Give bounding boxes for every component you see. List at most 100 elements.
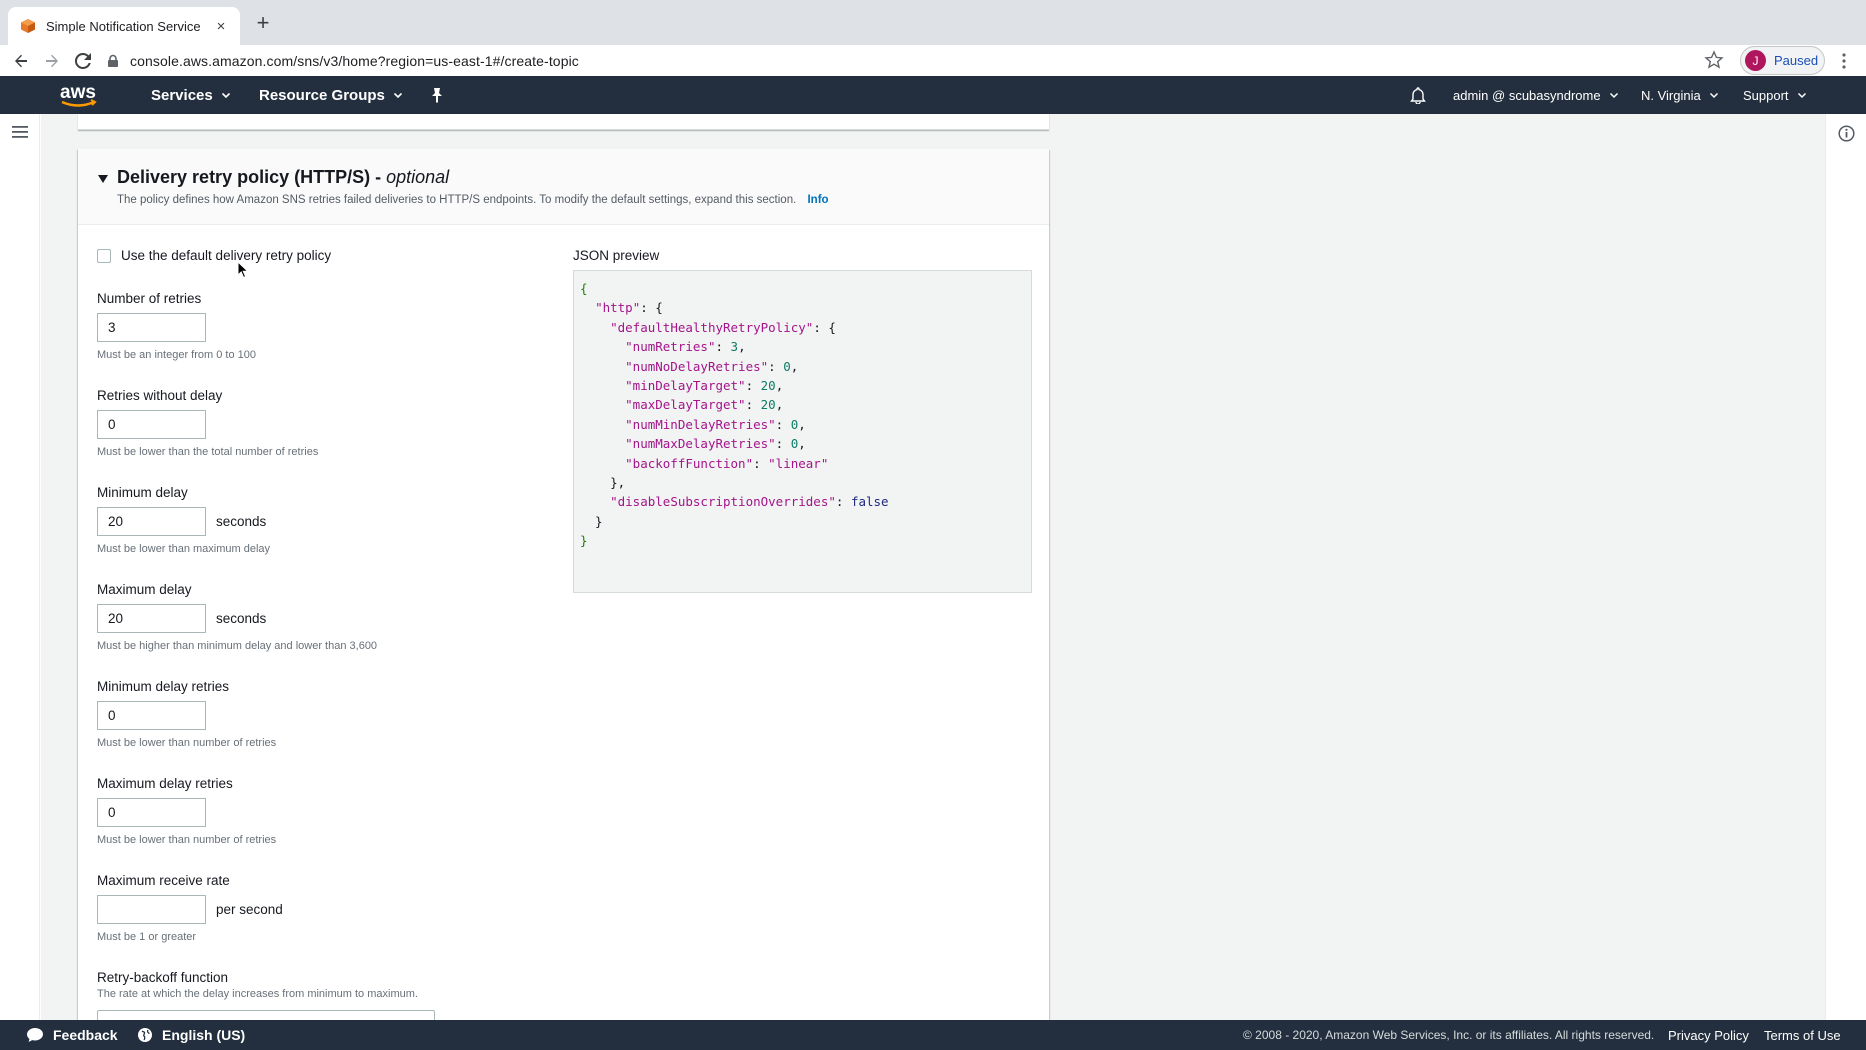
json-value: false [850, 494, 889, 510]
chevron-down-icon [221, 92, 230, 99]
address-bar[interactable]: console.aws.amazon.com/sns/v3/home?regio… [106, 45, 1724, 76]
reload-icon [75, 53, 91, 69]
maximum-delay-field: Maximum delay seconds Must be higher tha… [97, 582, 377, 652]
browser-menu-icon[interactable] [1836, 52, 1852, 70]
field-hint: Must be lower than maximum delay [97, 543, 271, 555]
maximum-receive-rate-input[interactable] [97, 895, 206, 924]
region-menu[interactable]: N. Virginia [1641, 76, 1719, 114]
panel-header[interactable]: Delivery retry policy (HTTP/S) - optiona… [78, 149, 1049, 225]
browser-toolbar: console.aws.amazon.com/sns/v3/home?regio… [0, 45, 1866, 76]
info-link[interactable]: Info [807, 194, 828, 206]
new-tab-button[interactable]: + [252, 12, 274, 34]
number-of-retries-input[interactable] [97, 313, 206, 342]
field-unit: per second [216, 902, 283, 917]
reload-button[interactable] [73, 51, 93, 71]
speech-bubble-icon [27, 1028, 43, 1042]
chevron-down-icon [393, 92, 402, 99]
terms-of-use-link[interactable]: Terms of Use [1764, 1020, 1841, 1050]
json-key: "numNoDelayRetries" [625, 358, 769, 374]
use-default-policy-row[interactable]: Use the default delivery retry policy [97, 248, 331, 263]
field-label: Retry-backoff function [97, 970, 229, 985]
field-unit: seconds [216, 611, 267, 626]
left-navigation-rail [0, 114, 40, 1020]
arrow-left-icon [15, 54, 27, 68]
panel-title-text: Delivery retry policy (HTTP/S) - [117, 167, 387, 187]
json-preview-label: JSON preview [573, 248, 660, 263]
use-default-policy-label[interactable]: Use the default delivery retry policy [121, 248, 331, 263]
sns-favicon-icon [21, 19, 35, 33]
json-brace: { [580, 281, 588, 296]
maximum-delay-retries-input[interactable] [97, 798, 206, 827]
minimum-delay-retries-input[interactable] [97, 701, 206, 730]
json-key: "numMinDelayRetries" [625, 416, 776, 432]
json-key: "numRetries" [625, 339, 716, 355]
feedback-button[interactable]: Feedback [26, 1020, 118, 1050]
arrow-right-icon [46, 54, 58, 68]
field-hint: Must be lower than the total number of r… [97, 446, 319, 458]
tab-close-icon[interactable]: × [212, 18, 230, 35]
url-text[interactable]: console.aws.amazon.com/sns/v3/home?regio… [130, 53, 579, 69]
delivery-retry-policy-panel: Delivery retry policy (HTTP/S) - optiona… [78, 149, 1049, 1022]
profile-status: Paused [1774, 53, 1819, 68]
field-label: Maximum delay retries [97, 776, 233, 791]
field-hint: Must be higher than minimum delay and lo… [97, 640, 378, 652]
caret-down-icon[interactable] [97, 173, 109, 185]
services-label: Services [151, 86, 213, 104]
field-hint: Must be an integer from 0 to 100 [97, 349, 256, 361]
support-menu[interactable]: Support [1743, 76, 1807, 114]
minimum-delay-retries-field: Minimum delay retries Must be lower than… [97, 679, 276, 749]
json-preview-code: { "http": { "defaultHealthyRetryPolicy":… [573, 270, 1032, 593]
info-panel-icon[interactable] [1838, 125, 1855, 142]
copyright-text: © 2008 - 2020, Amazon Web Services, Inc.… [1243, 1028, 1655, 1042]
bookmark-star-icon[interactable] [1704, 50, 1724, 70]
json-key: "http" [595, 300, 641, 316]
retries-without-delay-field: Retries without delay Must be lower than… [97, 388, 318, 458]
language-label: English (US) [162, 1027, 246, 1043]
json-key: "disableSubscriptionOverrides" [610, 494, 836, 510]
browser-tab[interactable]: Simple Notification Service × [8, 7, 240, 45]
resource-groups-label: Resource Groups [259, 86, 385, 104]
previous-section-panel [78, 114, 1049, 130]
field-label: Retries without delay [97, 388, 223, 403]
retries-without-delay-input[interactable] [97, 410, 206, 439]
language-selector[interactable]: English (US) [137, 1020, 245, 1050]
globe-icon [138, 1028, 152, 1042]
json-key: "numMaxDelayRetries" [625, 436, 776, 452]
field-hint: Must be lower than number of retries [97, 834, 277, 846]
right-help-rail [1825, 114, 1866, 1020]
json-value: 20 [760, 397, 776, 413]
privacy-policy-link[interactable]: Privacy Policy [1668, 1020, 1749, 1050]
lock-icon[interactable] [106, 54, 120, 68]
json-brace: } [580, 533, 588, 549]
services-menu[interactable]: Services [151, 76, 231, 114]
notifications-button[interactable] [1410, 76, 1426, 114]
field-label: Minimum delay retries [97, 679, 230, 694]
tab-title: Simple Notification Service [46, 18, 201, 34]
field-label: Maximum receive rate [97, 873, 230, 888]
account-label: admin @ scubasyndrome [1453, 87, 1601, 103]
mouse-cursor-icon [237, 261, 249, 279]
field-label: Number of retries [97, 291, 202, 306]
account-menu[interactable]: admin @ scubasyndrome [1453, 76, 1619, 114]
field-label: Minimum delay [97, 485, 188, 500]
panel-title: Delivery retry policy (HTTP/S) - optiona… [117, 167, 449, 188]
aws-logo-icon[interactable]: aws [58, 80, 100, 110]
pin-button[interactable] [430, 76, 444, 114]
maximum-delay-input[interactable] [97, 604, 206, 633]
json-value: 20 [760, 378, 776, 394]
chevron-down-icon [1709, 92, 1718, 99]
json-key: "defaultHealthyRetryPolicy" [610, 319, 814, 335]
json-key: "minDelayTarget" [625, 378, 746, 394]
profile-button[interactable]: J Paused [1740, 46, 1825, 75]
forward-button[interactable] [42, 51, 62, 71]
hamburger-menu-icon[interactable] [11, 124, 29, 140]
aws-console-header: aws Services Resource Groups admin @ scu… [0, 76, 1866, 114]
resource-groups-menu[interactable]: Resource Groups [259, 76, 403, 114]
retry-backoff-function-field: Retry-backoff function The rate at which… [97, 970, 418, 1000]
number-of-retries-field: Number of retries Must be an integer fro… [97, 291, 256, 361]
minimum-delay-input[interactable] [97, 507, 206, 536]
use-default-policy-checkbox[interactable] [97, 248, 111, 263]
back-button[interactable] [11, 51, 31, 71]
avatar: J [1745, 50, 1766, 71]
json-value: 0 [790, 436, 799, 452]
